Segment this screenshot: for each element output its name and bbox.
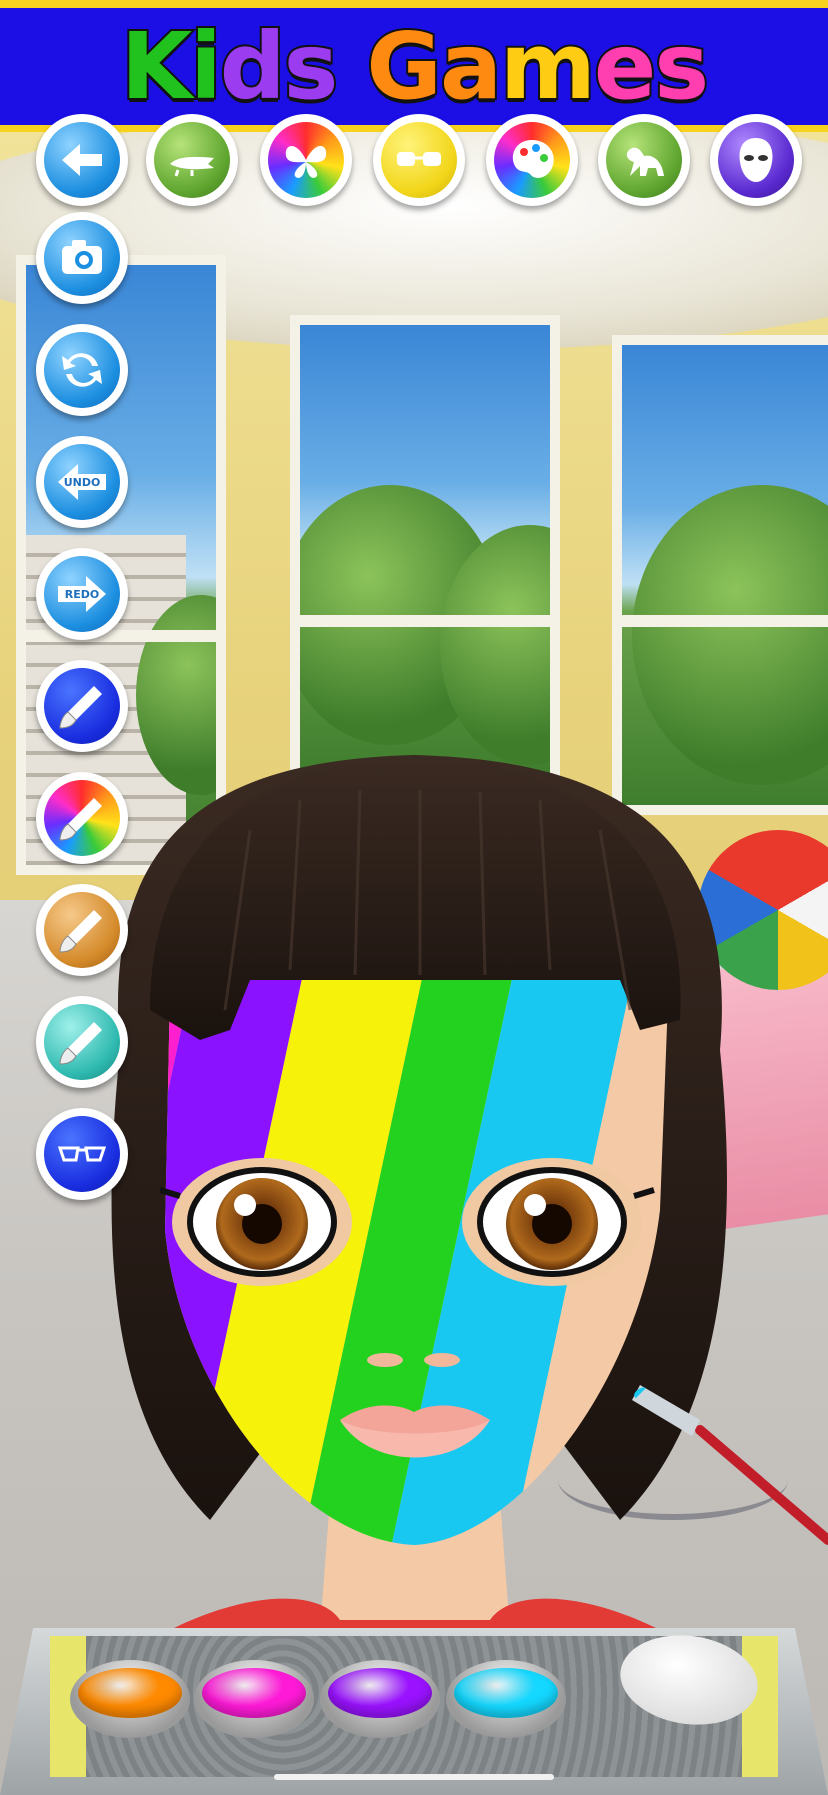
app-title: Kids Games	[119, 18, 711, 114]
title-letter: e	[592, 12, 658, 120]
glasses-button[interactable]	[36, 1108, 128, 1200]
paintbrush-icon	[44, 668, 120, 744]
camera-button[interactable]	[36, 212, 128, 304]
redo-label: REDO	[64, 587, 100, 601]
title-letter: s	[282, 12, 341, 120]
brush-gold-glitter-button[interactable]	[36, 884, 128, 976]
butterfly-icon	[268, 122, 344, 198]
redo-arrow-icon: REDO	[44, 556, 120, 632]
glasses-icon	[44, 1116, 120, 1192]
paint-purple	[328, 1668, 432, 1718]
title-letter	[336, 13, 366, 120]
undo-button[interactable]: UNDO	[36, 436, 128, 528]
reset-button[interactable]	[36, 324, 128, 416]
reptile-stickers-button[interactable]	[146, 114, 238, 206]
undo-arrow-icon: UNDO	[44, 444, 120, 520]
paint-orange	[78, 1668, 182, 1718]
camera-icon	[44, 220, 120, 296]
title-letter: m	[498, 12, 598, 120]
home-indicator	[274, 1774, 554, 1780]
paint-pot-cyan[interactable]	[446, 1660, 566, 1738]
paint-pot-purple[interactable]	[320, 1660, 440, 1738]
back-button[interactable]	[36, 114, 128, 206]
title-letter: K	[119, 12, 194, 120]
paintbrush-icon	[44, 1004, 120, 1080]
paint-magenta	[202, 1668, 306, 1718]
redo-button[interactable]: REDO	[36, 548, 128, 640]
paintbrush-icon	[44, 892, 120, 968]
title-letter: a	[438, 12, 504, 120]
sunglasses-icon	[381, 122, 457, 198]
crocodile-icon	[154, 122, 230, 198]
title-letter: d	[218, 12, 288, 120]
dinosaur-stickers-button[interactable]	[598, 114, 690, 206]
back-arrow-icon	[44, 122, 120, 198]
refresh-icon	[44, 332, 120, 408]
title-letter: s	[652, 12, 711, 120]
title-letter: i	[188, 12, 223, 120]
title-letter: G	[364, 12, 443, 120]
paint-cyan	[454, 1668, 558, 1718]
header-banner: Kids Games	[0, 0, 828, 132]
mask-stickers-button[interactable]	[710, 114, 802, 206]
butterfly-stickers-button[interactable]	[260, 114, 352, 206]
dinosaur-icon	[606, 122, 682, 198]
paintbrush-icon	[44, 780, 120, 856]
paint-palette-button[interactable]	[486, 114, 578, 206]
paint-pot-orange[interactable]	[70, 1660, 190, 1738]
undo-label: UNDO	[63, 475, 101, 489]
glasses-stickers-button[interactable]	[373, 114, 465, 206]
brush-solid-button[interactable]	[36, 660, 128, 752]
paint-palette-icon	[494, 122, 570, 198]
mask-icon	[718, 122, 794, 198]
brush-rainbow-button[interactable]	[36, 772, 128, 864]
paint-pot-magenta[interactable]	[194, 1660, 314, 1738]
brush-teal-glitter-button[interactable]	[36, 996, 128, 1088]
